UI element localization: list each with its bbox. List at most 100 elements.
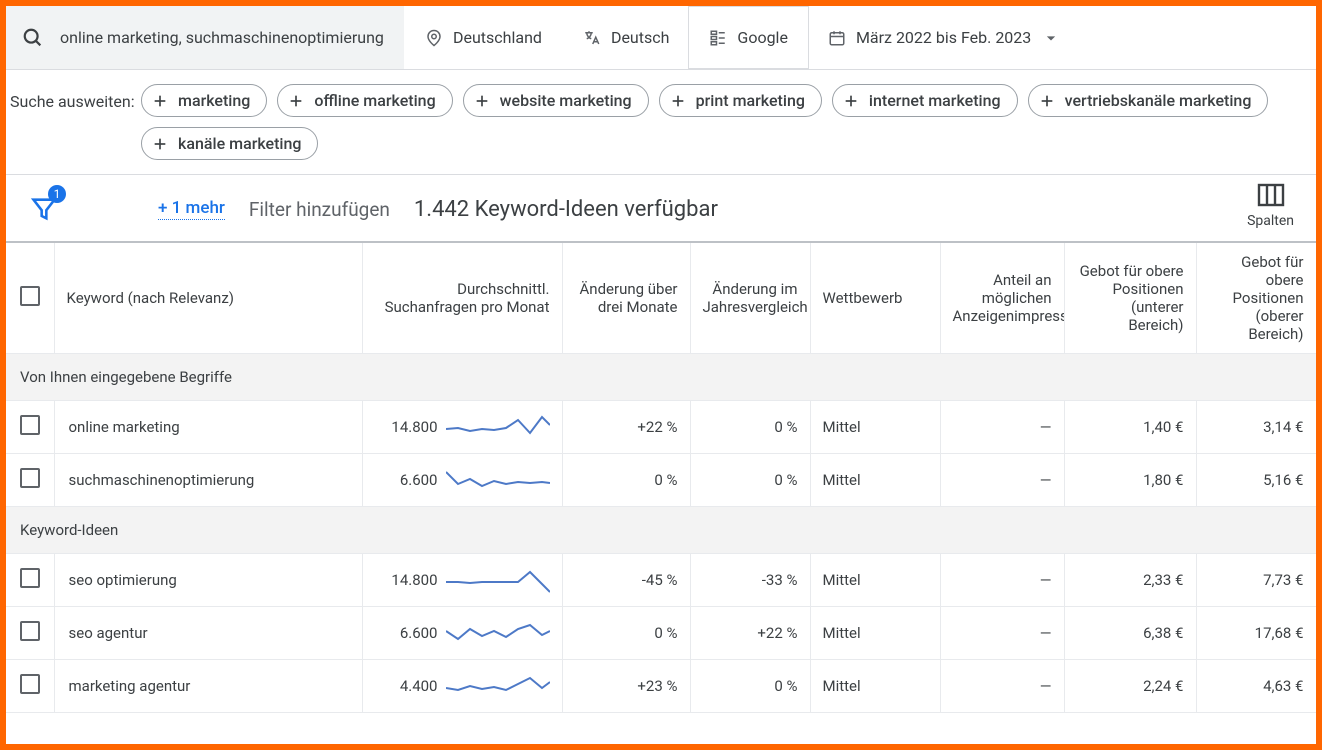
cell-bid-low: 2,33 € [1064,554,1196,607]
sparkline [446,617,550,649]
filter-bar: 1 + 1 mehr Filter hinzufügen 1.442 Keywo… [6,175,1316,243]
cell-avg-searches: 14.800 [362,554,562,607]
date-range-selector[interactable]: März 2022 bis Feb. 2023 [808,6,1073,70]
add-filter-button[interactable]: Filter hinzufügen [249,198,390,221]
col-avg-searches[interactable]: Durchschnittl. Suchanfragen pro Monat [362,243,562,354]
row-checkbox[interactable] [20,621,40,641]
cell-change-3m: +22 % [562,401,690,454]
cell-competition: Mittel [810,660,940,713]
broaden-chip[interactable]: kanäle marketing [141,127,318,160]
col-change-3m[interactable]: Änderung über drei Monate [562,243,690,354]
chip-container: marketing offline marketing website market… [141,84,1316,160]
cell-keyword: seo agentur [54,607,362,660]
broaden-chip[interactable]: print marketing [659,84,822,117]
cell-impression-share: — [940,554,1064,607]
network-selector[interactable]: Google [688,6,809,69]
row-checkbox[interactable] [20,468,40,488]
plus-icon [670,93,686,109]
select-all-checkbox[interactable] [20,286,40,306]
keyword-planner-app: online marketing, suchmaschinenoptimieru… [6,6,1316,744]
filter-funnel-button[interactable]: 1 [24,191,64,227]
table-header-row: Keyword (nach Relevanz) Durchschnittl. S… [6,243,1316,354]
location-icon [425,29,443,47]
cell-bid-low: 1,80 € [1064,454,1196,507]
cell-bid-high: 7,73 € [1196,554,1316,607]
col-bid-high[interactable]: Gebot für obere Positionen (oberer Berei… [1196,243,1316,354]
cell-competition: Mittel [810,401,940,454]
broaden-chip[interactable]: website marketing [463,84,649,117]
search-input[interactable]: online marketing, suchmaschinenoptimieru… [6,6,404,69]
cell-bid-high: 3,14 € [1196,401,1316,454]
cell-impression-share: — [940,660,1064,713]
plus-icon [474,93,490,109]
sparkline [446,411,550,443]
cell-avg-searches: 6.600 [362,454,562,507]
broaden-label: Suche ausweiten: [6,84,141,113]
col-impression-share[interactable]: Anteil an möglichen Anzeigenimpressionen [940,243,1064,354]
table-row: seo optimierung14.800-45 %-33 %Mittel—2,… [6,554,1316,607]
broaden-chip[interactable]: internet marketing [832,84,1018,117]
plus-icon [152,136,168,152]
table-row: online marketing14.800+22 %0 %Mittel—1,4… [6,401,1316,454]
cell-bid-low: 1,40 € [1064,401,1196,454]
chevron-down-icon [1041,28,1061,48]
search-value: online marketing, suchmaschinenoptimieru… [60,28,384,48]
idea-count-label: 1.442 Keyword-Ideen verfügbar [414,197,718,222]
plus-icon [152,93,168,109]
language-selector[interactable]: Deutsch [562,6,689,69]
cell-impression-share: — [940,401,1064,454]
cell-bid-high: 17,68 € [1196,607,1316,660]
cell-change-yoy: 0 % [690,454,810,507]
cell-change-yoy: -33 % [690,554,810,607]
search-icon [22,27,44,49]
filter-count-badge: 1 [48,185,66,203]
row-checkbox[interactable] [20,568,40,588]
cell-avg-searches: 6.600 [362,607,562,660]
cell-change-3m: +23 % [562,660,690,713]
table-row: seo agentur6.6000 %+22 %Mittel—6,38 €17,… [6,607,1316,660]
cell-avg-searches: 14.800 [362,401,562,454]
sparkline [446,464,550,496]
cell-competition: Mittel [810,607,940,660]
cell-keyword: suchmaschinenoptimierung [54,454,362,507]
more-filters-link[interactable]: + 1 mehr [158,198,225,220]
cell-keyword: seo optimierung [54,554,362,607]
col-bid-low[interactable]: Gebot für obere Positionen (unterer Bere… [1064,243,1196,354]
top-bar: online marketing, suchmaschinenoptimieru… [6,6,1316,70]
cell-bid-low: 6,38 € [1064,607,1196,660]
cell-competition: Mittel [810,554,940,607]
cell-keyword: marketing agentur [54,660,362,713]
plus-icon [288,93,304,109]
broaden-chip[interactable]: marketing [141,84,267,117]
col-competition[interactable]: Wettbewerb [810,243,940,354]
columns-button[interactable]: Spalten [1247,183,1294,229]
row-checkbox[interactable] [20,415,40,435]
cell-change-yoy: +22 % [690,607,810,660]
columns-icon [1257,183,1285,207]
plus-icon [843,93,859,109]
location-selector[interactable]: Deutschland [404,6,562,69]
col-change-yoy[interactable]: Änderung im Jahresvergleich [690,243,810,354]
cell-change-3m: -45 % [562,554,690,607]
cell-change-yoy: 0 % [690,401,810,454]
cell-change-3m: 0 % [562,454,690,507]
cell-keyword: online marketing [54,401,362,454]
broaden-chip[interactable]: vertriebskanäle marketing [1028,84,1269,117]
col-keyword[interactable]: Keyword (nach Relevanz) [54,243,362,354]
results-table-container: Keyword (nach Relevanz) Durchschnittl. S… [6,243,1316,744]
cell-impression-share: — [940,454,1064,507]
network-icon [709,29,727,47]
cell-competition: Mittel [810,454,940,507]
sparkline [446,564,550,596]
cell-bid-high: 4,63 € [1196,660,1316,713]
cell-impression-share: — [940,607,1064,660]
cell-change-yoy: 0 % [690,660,810,713]
cell-change-3m: 0 % [562,607,690,660]
row-checkbox[interactable] [20,674,40,694]
plus-icon [1039,93,1055,109]
table-row: suchmaschinenoptimierung6.6000 %0 %Mitte… [6,454,1316,507]
broaden-search-row: Suche ausweiten: marketing offline market… [6,70,1316,175]
broaden-chip[interactable]: offline marketing [277,84,452,117]
cell-bid-high: 5,16 € [1196,454,1316,507]
table-row: marketing agentur4.400+23 %0 %Mittel—2,2… [6,660,1316,713]
